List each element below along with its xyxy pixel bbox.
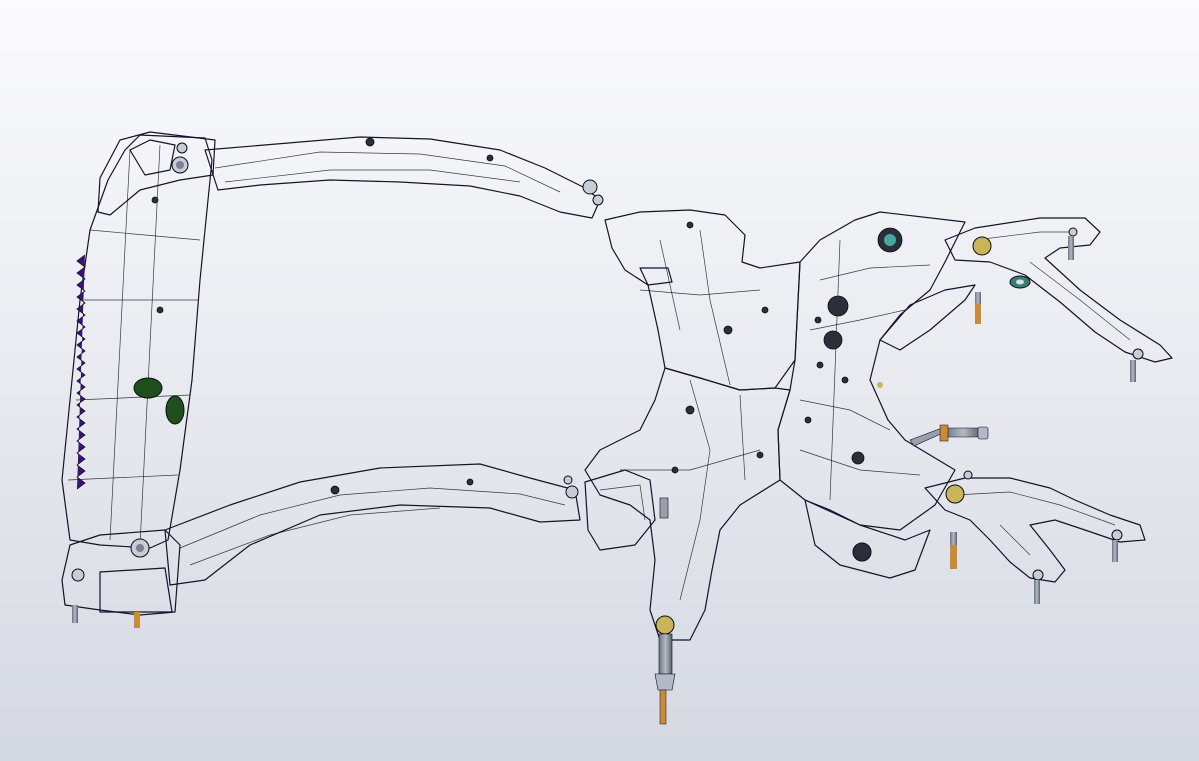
lower-rail-bolt [563,475,579,499]
front-crossmember[interactable] [61,134,213,549]
lower-left-mount[interactable] [584,469,656,551]
stud-icon [950,545,957,569]
upper-right-control-arm[interactable] [944,217,1173,382]
stud-icon [975,292,981,306]
stud-icon [134,612,140,628]
stud-icon [1130,360,1136,382]
bolt-icon [945,484,965,504]
stud-icon [72,605,78,623]
cad-viewport[interactable] [0,0,1199,761]
stud-icon [1034,580,1040,604]
loose-bolt[interactable] [909,424,989,447]
stud-icon [975,304,981,324]
subframe-upper-body[interactable] [604,209,801,391]
stud-icon [1112,540,1118,562]
subframe-right-body[interactable] [777,211,966,531]
upper-rail-bolt [582,179,604,206]
subframe-model[interactable] [0,0,1199,761]
lower-right-control-arm[interactable] [924,477,1146,604]
bolt-icon [972,236,992,256]
lower-left-bracket[interactable] [61,529,181,628]
subframe-lower-body[interactable] [584,367,791,641]
lower-side-rail[interactable] [164,463,581,586]
upper-side-rail[interactable] [204,136,601,219]
stud-icon [1068,236,1074,260]
stud-icon [950,532,957,546]
